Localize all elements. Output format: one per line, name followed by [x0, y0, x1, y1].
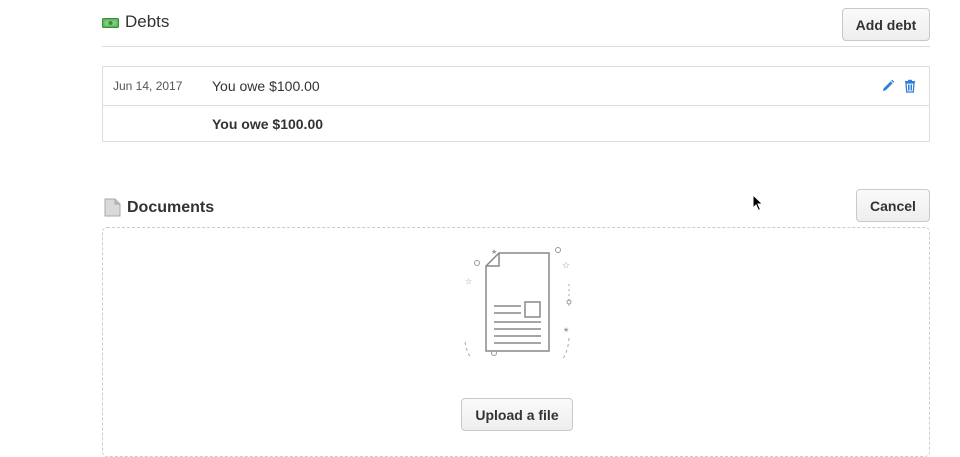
file-dropzone[interactable]: ★ ☆ ☆ ★ Upload a file — [102, 227, 930, 457]
svg-text:☆: ☆ — [562, 261, 570, 271]
trash-icon[interactable] — [903, 79, 917, 93]
debts-title: Debts — [102, 12, 169, 32]
svg-text:★: ★ — [491, 248, 497, 256]
add-debt-button[interactable]: Add debt — [842, 8, 930, 41]
cancel-button[interactable]: Cancel — [856, 189, 930, 222]
svg-text:★: ★ — [563, 326, 569, 334]
money-icon — [102, 17, 119, 28]
table-row: Jun 14, 2017 You owe $100.00 — [103, 67, 929, 106]
debts-table: Jun 14, 2017 You owe $100.00 You owe $10… — [102, 66, 930, 142]
mouse-cursor-icon — [752, 193, 764, 212]
upload-file-button[interactable]: Upload a file — [461, 398, 573, 431]
document-illustration-icon: ★ ☆ ☆ ★ — [461, 246, 575, 371]
row-actions — [881, 79, 917, 93]
debt-date: Jun 14, 2017 — [113, 79, 183, 93]
documents-title-text: Documents — [127, 198, 215, 216]
pencil-icon[interactable] — [881, 79, 895, 93]
debts-title-text: Debts — [125, 12, 170, 31]
debt-description: You owe $100.00 — [212, 78, 320, 94]
document-icon — [104, 198, 121, 217]
total-row: You owe $100.00 — [103, 105, 929, 142]
debts-total: You owe $100.00 — [212, 116, 324, 132]
documents-title: Documents — [104, 198, 214, 217]
svg-text:☆: ☆ — [465, 277, 472, 286]
debts-section-header: Debts Add debt — [102, 0, 930, 47]
